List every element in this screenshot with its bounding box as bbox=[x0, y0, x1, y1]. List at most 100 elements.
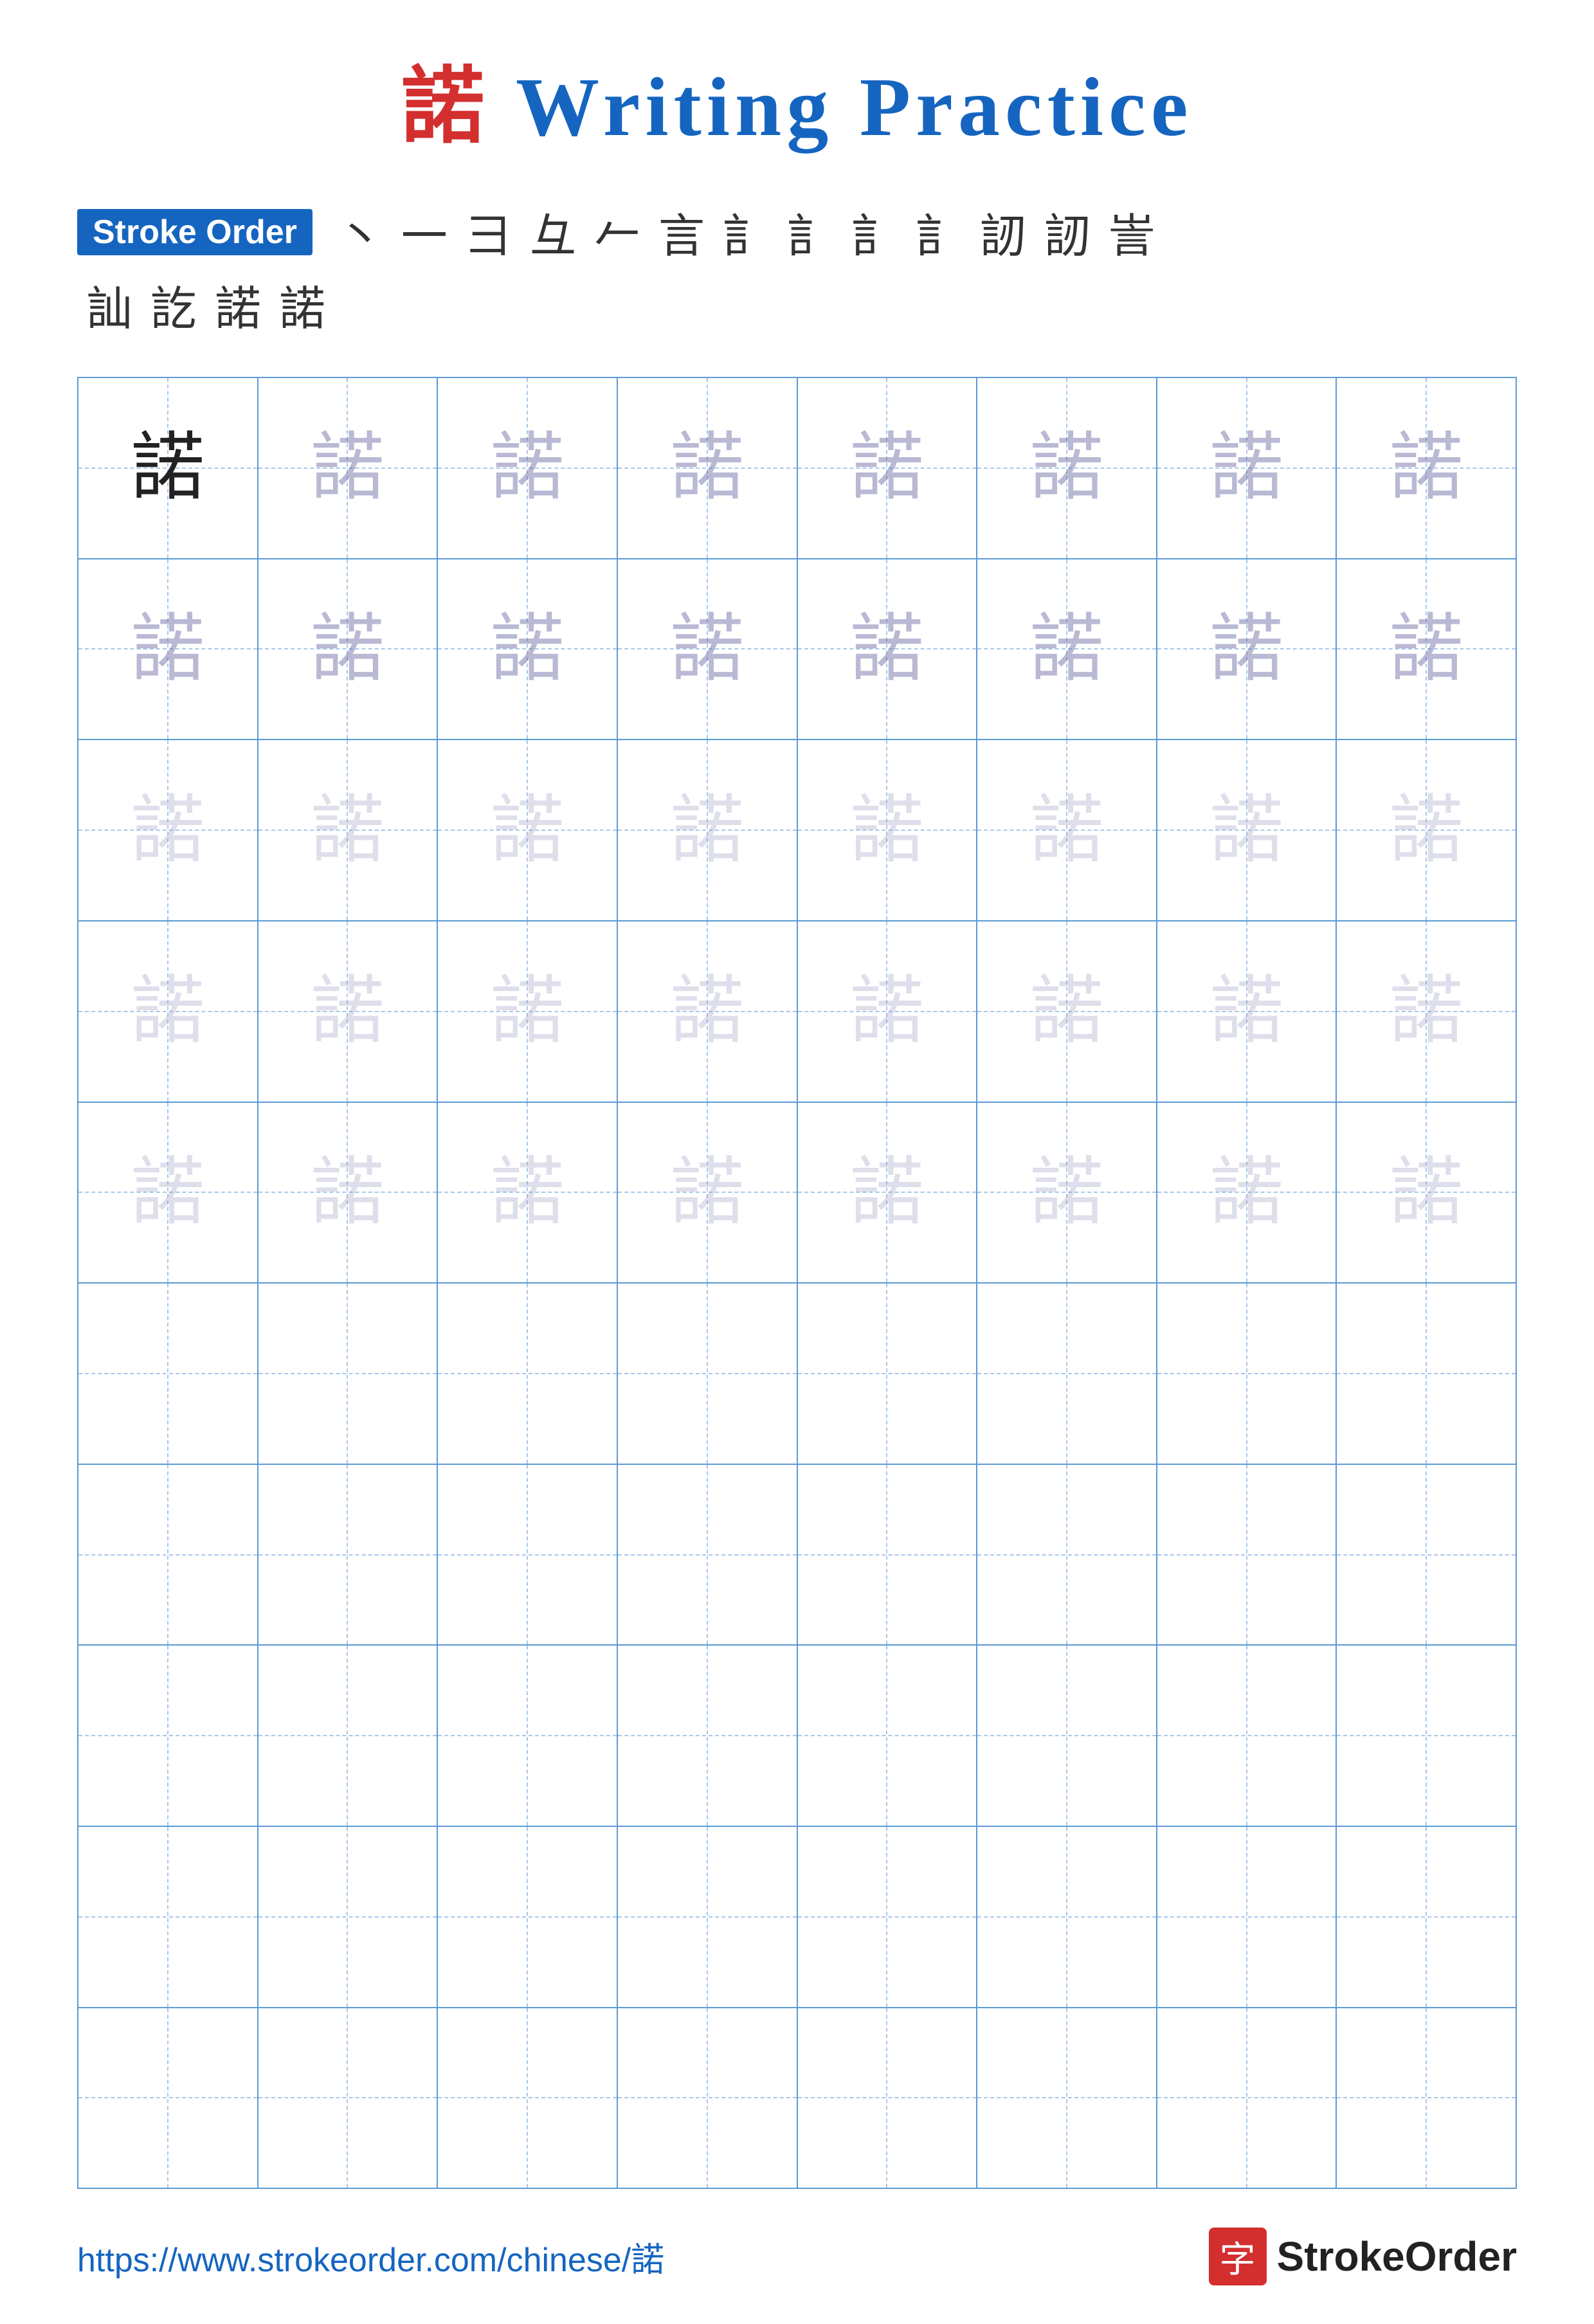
grid-cell[interactable] bbox=[977, 1827, 1157, 2007]
grid-cell[interactable] bbox=[977, 1284, 1157, 1464]
grid-cell[interactable] bbox=[258, 1465, 439, 1645]
practice-char: 諾 bbox=[131, 794, 204, 867]
grid-cell[interactable] bbox=[798, 1646, 978, 1826]
stroke-char: 彐 bbox=[457, 198, 521, 266]
grid-cell[interactable]: 諾 bbox=[798, 740, 978, 920]
grid-cell[interactable] bbox=[618, 1646, 798, 1826]
page: 諾 Writing Practice Stroke Order 丶 一 彐 彑 … bbox=[0, 0, 1594, 2324]
grid-cell[interactable] bbox=[977, 1465, 1157, 1645]
grid-cell[interactable] bbox=[1337, 1465, 1516, 1645]
grid-cell[interactable]: 諾 bbox=[78, 921, 258, 1102]
grid-row bbox=[78, 2008, 1516, 2188]
grid-cell[interactable] bbox=[1157, 1827, 1337, 2007]
grid-cell[interactable]: 諾 bbox=[1157, 559, 1337, 740]
grid-cell[interactable]: 諾 bbox=[1157, 378, 1337, 558]
grid-cell[interactable]: 諾 bbox=[977, 740, 1157, 920]
grid-cell[interactable]: 諾 bbox=[78, 1103, 258, 1283]
grid-cell[interactable]: 諾 bbox=[258, 559, 439, 740]
stroke-order-label: Stroke Order bbox=[77, 209, 312, 255]
grid-cell[interactable] bbox=[798, 1827, 978, 2007]
grid-cell[interactable] bbox=[798, 1465, 978, 1645]
practice-char: 諾 bbox=[131, 974, 204, 1048]
grid-cell[interactable] bbox=[1337, 2008, 1516, 2188]
grid-cell[interactable]: 諾 bbox=[78, 559, 258, 740]
grid-cell[interactable]: 諾 bbox=[798, 559, 978, 740]
practice-char: 諾 bbox=[311, 1156, 385, 1230]
title-writing-practice: Writing Practice bbox=[516, 61, 1193, 154]
grid-cell[interactable]: 諾 bbox=[438, 740, 618, 920]
grid-cell[interactable] bbox=[1157, 1284, 1337, 1464]
practice-char: 諾 bbox=[1209, 612, 1283, 686]
grid-cell[interactable] bbox=[1337, 1646, 1516, 1826]
practice-char: 諾 bbox=[1209, 1156, 1283, 1230]
practice-char: 諾 bbox=[850, 612, 924, 686]
grid-cell[interactable]: 諾 bbox=[438, 921, 618, 1102]
grid-cell[interactable] bbox=[438, 2008, 618, 2188]
grid-cell[interactable] bbox=[1157, 1646, 1337, 1826]
grid-cell[interactable] bbox=[798, 2008, 978, 2188]
footer-logo: 字 StrokeOrder bbox=[1209, 2228, 1517, 2285]
grid-cell[interactable] bbox=[78, 1827, 258, 2007]
grid-cell[interactable]: 諾 bbox=[438, 378, 618, 558]
stroke-chars-row2: 訕 訖 諾 諾 bbox=[77, 271, 1517, 338]
grid-cell[interactable] bbox=[618, 1827, 798, 2007]
grid-cell[interactable]: 諾 bbox=[1337, 921, 1516, 1102]
grid-cell[interactable]: 諾 bbox=[258, 1103, 439, 1283]
practice-char: 諾 bbox=[1390, 612, 1463, 686]
grid-cell[interactable] bbox=[258, 1827, 439, 2007]
grid-cell[interactable]: 諾 bbox=[438, 559, 618, 740]
page-title: 諾 Writing Practice bbox=[401, 39, 1193, 159]
grid-cell[interactable]: 諾 bbox=[78, 378, 258, 558]
stroke-char: 訒 bbox=[1035, 198, 1100, 266]
grid-cell[interactable]: 諾 bbox=[618, 740, 798, 920]
grid-cell[interactable] bbox=[438, 1646, 618, 1826]
grid-cell[interactable] bbox=[1337, 1827, 1516, 2007]
grid-cell[interactable] bbox=[438, 1284, 618, 1464]
grid-cell[interactable]: 諾 bbox=[1157, 740, 1337, 920]
grid-cell[interactable]: 諾 bbox=[1157, 1103, 1337, 1283]
grid-cell[interactable]: 諾 bbox=[438, 1103, 618, 1283]
grid-cell[interactable] bbox=[1337, 1284, 1516, 1464]
grid-cell[interactable]: 諾 bbox=[1337, 740, 1516, 920]
grid-cell[interactable] bbox=[618, 2008, 798, 2188]
grid-cell[interactable] bbox=[78, 2008, 258, 2188]
grid-cell[interactable]: 諾 bbox=[258, 378, 439, 558]
grid-cell[interactable]: 諾 bbox=[258, 740, 439, 920]
grid-cell[interactable]: 諾 bbox=[258, 921, 439, 1102]
stroke-char: 言 bbox=[649, 198, 714, 266]
grid-cell[interactable]: 諾 bbox=[977, 559, 1157, 740]
grid-cell[interactable] bbox=[977, 2008, 1157, 2188]
grid-cell[interactable]: 諾 bbox=[1157, 921, 1337, 1102]
practice-char: 諾 bbox=[670, 1156, 744, 1230]
grid-cell[interactable]: 諾 bbox=[1337, 1103, 1516, 1283]
grid-cell[interactable]: 諾 bbox=[798, 378, 978, 558]
grid-cell[interactable]: 諾 bbox=[1337, 559, 1516, 740]
grid-cell[interactable] bbox=[258, 1646, 439, 1826]
grid-cell[interactable]: 諾 bbox=[618, 559, 798, 740]
grid-cell[interactable]: 諾 bbox=[798, 921, 978, 1102]
grid-cell[interactable] bbox=[1157, 1465, 1337, 1645]
grid-cell[interactable]: 諾 bbox=[618, 1103, 798, 1283]
grid-cell[interactable] bbox=[78, 1465, 258, 1645]
grid-cell[interactable]: 諾 bbox=[977, 378, 1157, 558]
grid-cell[interactable] bbox=[1157, 2008, 1337, 2188]
grid-cell[interactable] bbox=[618, 1284, 798, 1464]
grid-cell[interactable] bbox=[258, 2008, 439, 2188]
grid-cell[interactable] bbox=[618, 1465, 798, 1645]
stroke-char: 訖 bbox=[141, 271, 206, 338]
grid-cell[interactable]: 諾 bbox=[977, 921, 1157, 1102]
grid-cell[interactable] bbox=[258, 1284, 439, 1464]
grid-cell[interactable] bbox=[438, 1827, 618, 2007]
grid-cell[interactable] bbox=[438, 1465, 618, 1645]
grid-cell[interactable] bbox=[78, 1284, 258, 1464]
grid-cell[interactable] bbox=[798, 1284, 978, 1464]
grid-cell[interactable] bbox=[977, 1646, 1157, 1826]
grid-cell[interactable] bbox=[78, 1646, 258, 1826]
grid-cell[interactable]: 諾 bbox=[618, 378, 798, 558]
practice-char: 諾 bbox=[1390, 1156, 1463, 1230]
grid-cell[interactable]: 諾 bbox=[798, 1103, 978, 1283]
grid-cell[interactable]: 諾 bbox=[78, 740, 258, 920]
grid-cell[interactable]: 諾 bbox=[618, 921, 798, 1102]
grid-cell[interactable]: 諾 bbox=[1337, 378, 1516, 558]
grid-cell[interactable]: 諾 bbox=[977, 1103, 1157, 1283]
